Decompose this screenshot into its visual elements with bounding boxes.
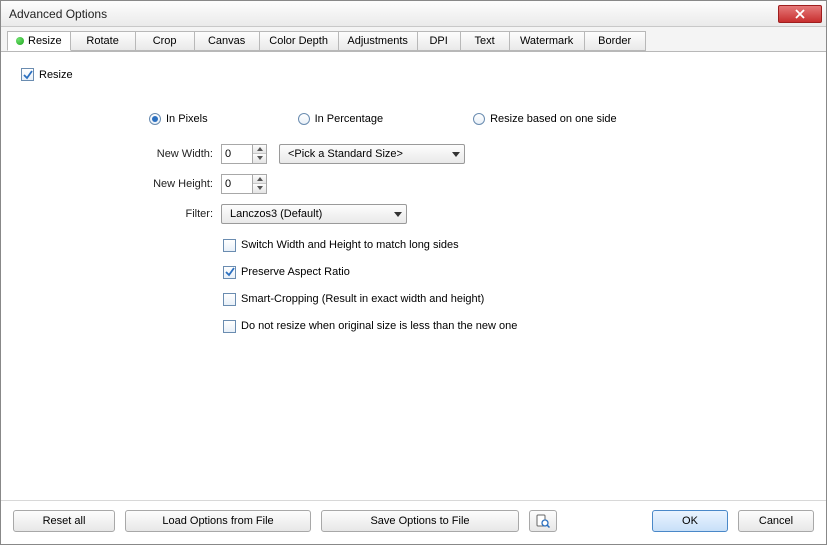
chevron-down-icon bbox=[452, 148, 460, 160]
tab-text[interactable]: Text bbox=[460, 31, 510, 51]
opt-switch-wh[interactable]: Switch Width and Height to match long si… bbox=[223, 239, 459, 252]
bottom-bar: Reset all Load Options from File Save Op… bbox=[1, 500, 826, 544]
standard-size-value: <Pick a Standard Size> bbox=[288, 148, 446, 160]
enable-resize-checkbox[interactable]: Resize bbox=[21, 68, 73, 81]
load-options-button[interactable]: Load Options from File bbox=[125, 510, 311, 532]
tab-label: Canvas bbox=[208, 35, 245, 47]
window-title: Advanced Options bbox=[9, 7, 778, 21]
tab-label: Text bbox=[475, 35, 495, 47]
filter-combo[interactable]: Lanczos3 (Default) bbox=[221, 204, 407, 224]
btn-label: Save Options to File bbox=[370, 515, 469, 527]
chevron-up-icon bbox=[257, 177, 263, 181]
resize-options: Switch Width and Height to match long si… bbox=[223, 239, 806, 347]
radio-label: In Percentage bbox=[315, 113, 384, 125]
reset-all-button[interactable]: Reset all bbox=[13, 510, 115, 532]
tab-content-resize: Resize In Pixels In Percentage Resize ba… bbox=[1, 52, 826, 500]
btn-label: OK bbox=[682, 515, 698, 527]
chevron-down-icon bbox=[257, 156, 263, 160]
tab-label: Crop bbox=[153, 35, 177, 47]
titlebar: Advanced Options bbox=[1, 1, 826, 27]
filter-label: Filter: bbox=[81, 208, 221, 220]
btn-label: Reset all bbox=[43, 515, 86, 527]
opt-label: Do not resize when original size is less… bbox=[241, 320, 517, 332]
tab-dpi[interactable]: DPI bbox=[417, 31, 461, 51]
tab-canvas[interactable]: Canvas bbox=[194, 31, 260, 51]
new-width-label: New Width: bbox=[81, 148, 221, 160]
standard-size-combo[interactable]: <Pick a Standard Size> bbox=[279, 144, 465, 164]
tab-label: Watermark bbox=[520, 35, 573, 47]
tab-resize[interactable]: Resize bbox=[7, 31, 71, 51]
radio-circle bbox=[473, 113, 485, 125]
magnifier-page-icon bbox=[536, 514, 550, 528]
ok-button[interactable]: OK bbox=[652, 510, 728, 532]
width-spinners bbox=[252, 145, 266, 163]
save-options-button[interactable]: Save Options to File bbox=[321, 510, 519, 532]
advanced-options-dialog: Advanced Options Resize Rotate Crop Canv… bbox=[0, 0, 827, 545]
size-form: New Width: <Pick a Standard Size> New He… bbox=[81, 143, 806, 225]
width-spin-up[interactable] bbox=[253, 145, 266, 155]
opt-preserve-ar[interactable]: Preserve Aspect Ratio bbox=[223, 266, 350, 279]
width-spin-down[interactable] bbox=[253, 154, 266, 163]
checkbox-box bbox=[223, 239, 236, 252]
tabstrip: Resize Rotate Crop Canvas Color Depth Ad… bbox=[1, 27, 826, 52]
tab-rotate[interactable]: Rotate bbox=[70, 31, 136, 51]
new-width-field[interactable] bbox=[222, 145, 252, 163]
height-spinners bbox=[252, 175, 266, 193]
radio-circle bbox=[149, 113, 161, 125]
btn-label: Cancel bbox=[759, 515, 793, 527]
enable-resize-label: Resize bbox=[39, 69, 73, 81]
new-height-input[interactable] bbox=[221, 174, 267, 194]
radio-one-side[interactable]: Resize based on one side bbox=[473, 113, 617, 125]
opt-label: Smart-Cropping (Result in exact width an… bbox=[241, 293, 484, 305]
filter-value: Lanczos3 (Default) bbox=[230, 208, 388, 220]
radio-label: In Pixels bbox=[166, 113, 208, 125]
new-width-input[interactable] bbox=[221, 144, 267, 164]
tab-crop[interactable]: Crop bbox=[135, 31, 195, 51]
tab-border[interactable]: Border bbox=[584, 31, 646, 51]
checkbox-box bbox=[21, 68, 34, 81]
opt-smart-crop[interactable]: Smart-Cropping (Result in exact width an… bbox=[223, 293, 484, 306]
radio-circle bbox=[298, 113, 310, 125]
chevron-down-icon bbox=[394, 208, 402, 220]
preview-button[interactable] bbox=[529, 510, 557, 532]
active-dot-icon bbox=[16, 37, 24, 45]
tab-label: DPI bbox=[429, 35, 447, 47]
new-height-field[interactable] bbox=[222, 175, 252, 193]
cancel-button[interactable]: Cancel bbox=[738, 510, 814, 532]
chevron-up-icon bbox=[257, 147, 263, 151]
tab-label: Adjustments bbox=[347, 35, 408, 47]
tab-color-depth[interactable]: Color Depth bbox=[259, 31, 339, 51]
height-spin-down[interactable] bbox=[253, 184, 266, 193]
tab-adjustments[interactable]: Adjustments bbox=[338, 31, 418, 51]
check-icon bbox=[225, 267, 235, 277]
tab-label: Border bbox=[598, 35, 631, 47]
tab-label: Resize bbox=[28, 35, 62, 47]
opt-label: Preserve Aspect Ratio bbox=[241, 266, 350, 278]
btn-label: Load Options from File bbox=[162, 515, 273, 527]
close-button[interactable] bbox=[778, 5, 822, 23]
checkbox-box bbox=[223, 320, 236, 333]
tab-label: Color Depth bbox=[269, 35, 328, 47]
new-height-label: New Height: bbox=[81, 178, 221, 190]
resize-mode-group: In Pixels In Percentage Resize based on … bbox=[149, 113, 806, 125]
chevron-down-icon bbox=[257, 186, 263, 190]
tab-label: Rotate bbox=[86, 35, 118, 47]
check-icon bbox=[23, 70, 33, 80]
checkbox-box bbox=[223, 293, 236, 306]
close-icon bbox=[795, 9, 805, 19]
radio-in-percentage[interactable]: In Percentage bbox=[298, 113, 384, 125]
checkbox-box bbox=[223, 266, 236, 279]
tab-watermark[interactable]: Watermark bbox=[509, 31, 585, 51]
radio-in-pixels[interactable]: In Pixels bbox=[149, 113, 208, 125]
radio-label: Resize based on one side bbox=[490, 113, 617, 125]
opt-label: Switch Width and Height to match long si… bbox=[241, 239, 459, 251]
height-spin-up[interactable] bbox=[253, 175, 266, 185]
opt-no-upscale[interactable]: Do not resize when original size is less… bbox=[223, 320, 517, 333]
